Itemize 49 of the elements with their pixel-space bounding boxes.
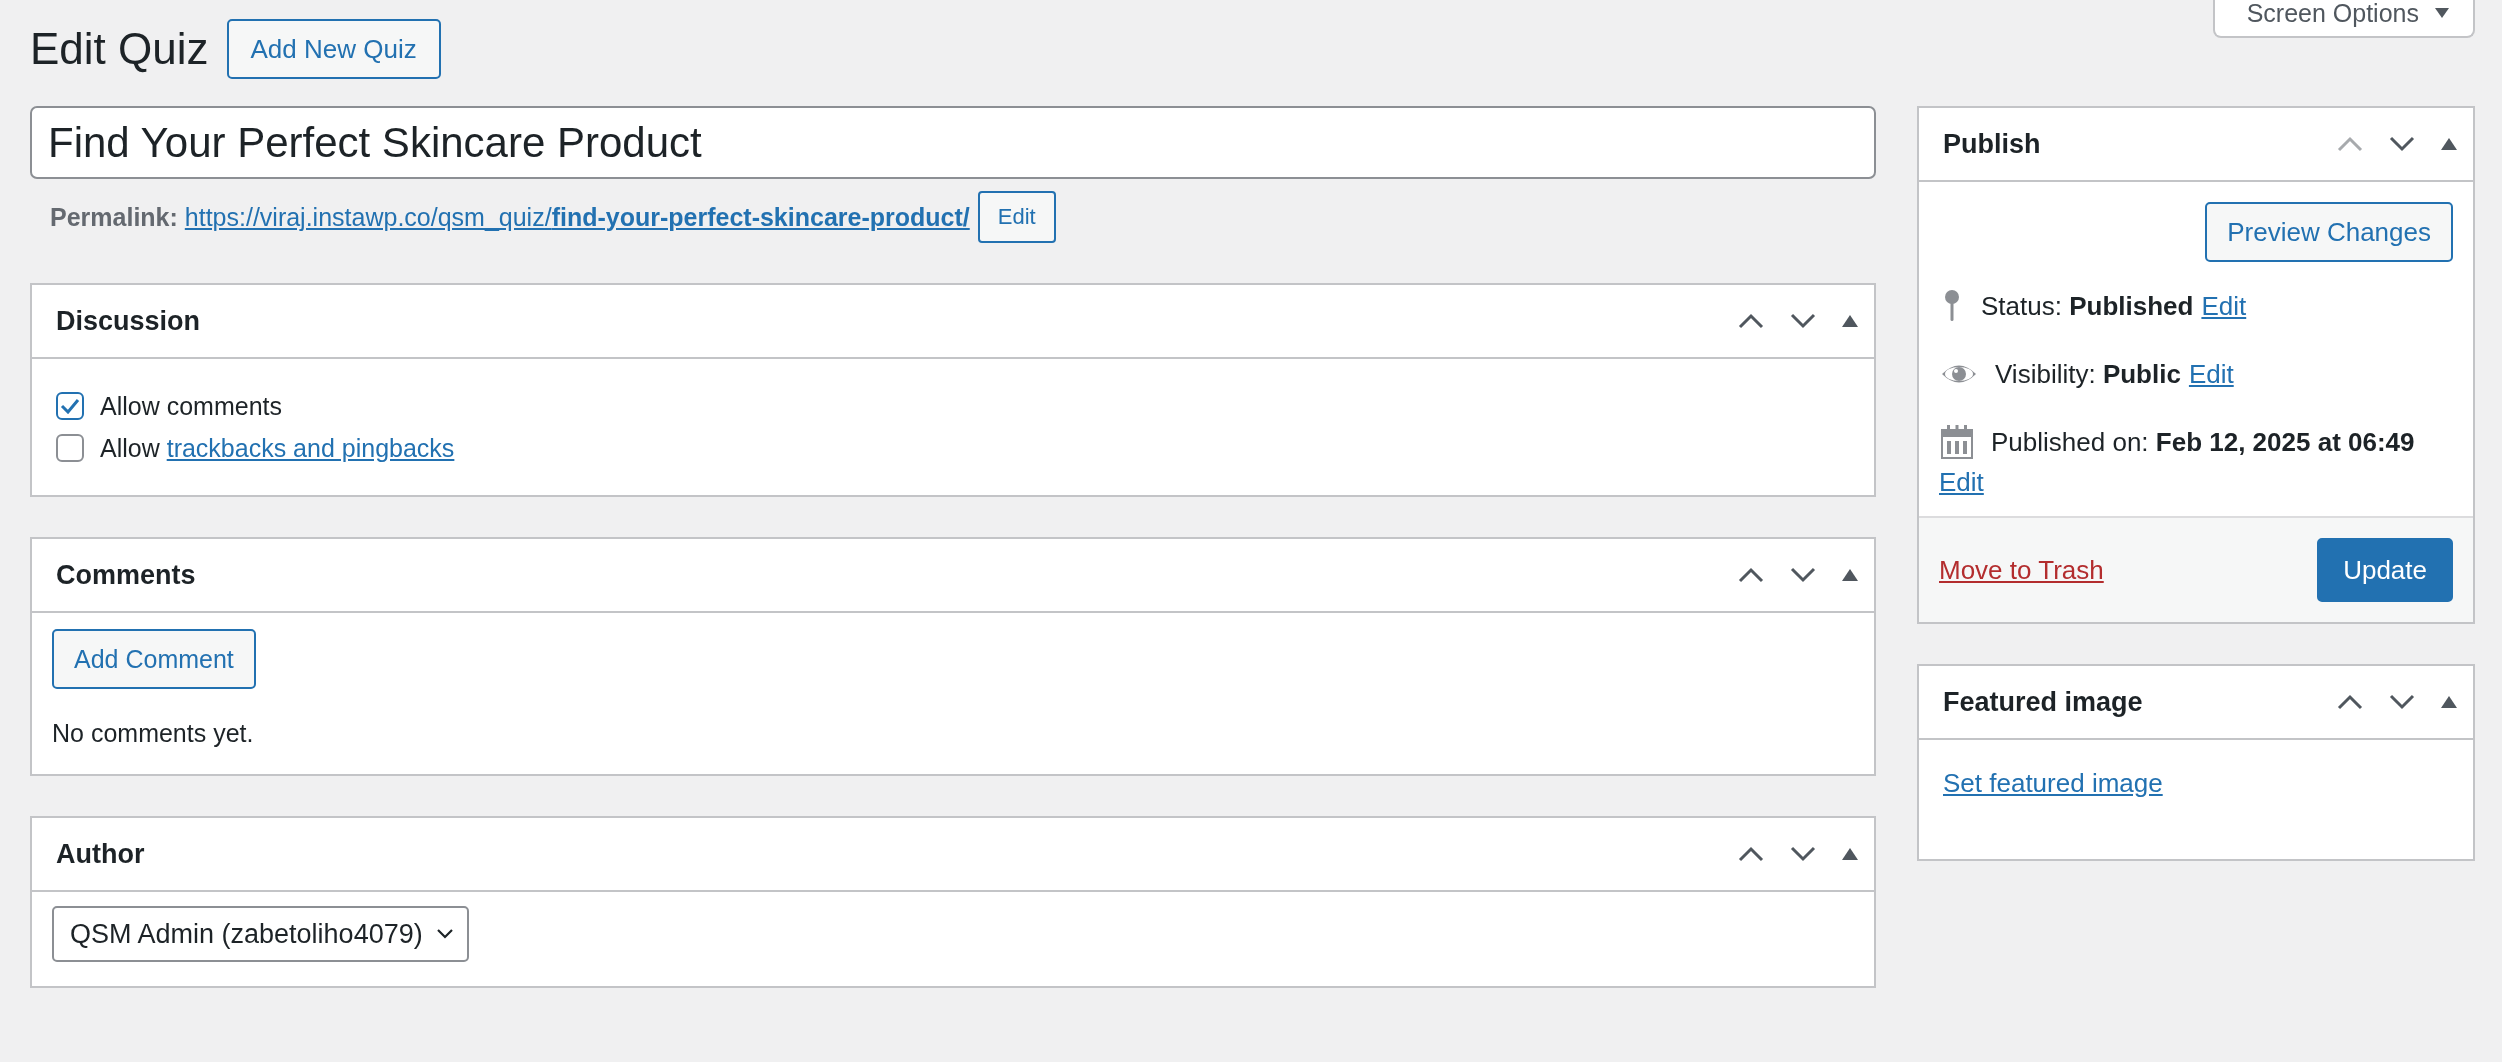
chevron-up-icon[interactable] <box>1738 313 1764 329</box>
screen-options-button[interactable]: Screen Options <box>2212 0 2475 38</box>
edit-link[interactable]: Edit <box>2188 354 2234 394</box>
set-featured-image-link[interactable]: Set featured image <box>1943 768 2163 798</box>
move-to-trash-link[interactable]: Move to Trash <box>1939 554 2104 586</box>
chevron-down-icon[interactable] <box>2389 694 2415 710</box>
title-field[interactable]: Find Your Perfect Skincare Product <box>30 106 1876 179</box>
chevron-up-icon[interactable] <box>1738 846 1764 862</box>
calendar-icon <box>1941 425 1973 459</box>
chevron-down-icon[interactable] <box>1790 567 1816 583</box>
edit-link[interactable]: Edit <box>2201 286 2247 326</box>
checkbox[interactable] <box>56 434 84 462</box>
chevron-up-icon[interactable] <box>2337 694 2363 710</box>
permalink-link[interactable]: https://viraj.instawp.co/qsm_quiz/find-your-perfect-skincare-product/ <box>184 202 970 231</box>
add-new-button[interactable]: Add New Quiz <box>226 19 441 79</box>
panel-title: Comments <box>56 559 197 591</box>
add-comment-button[interactable]: Add Comment <box>52 629 256 689</box>
publish-detail: Status: Published <box>1981 290 2194 323</box>
triangle-up-icon[interactable] <box>1842 569 1858 581</box>
chevron-down-icon[interactable] <box>2389 136 2415 152</box>
publish-detail: Published on: Feb 12, 2025 at 06:49 <box>1991 426 2415 459</box>
permalink-text: Permalink: https://viraj.instawp.co/qsm_quiz/find-your-perfect-skincare-product/ <box>50 202 970 232</box>
author-select[interactable]: QSM Admin (zabetoliho4079) <box>52 906 469 962</box>
triangle-up-icon[interactable] <box>2441 696 2457 708</box>
triangle-up-icon[interactable] <box>1842 315 1858 327</box>
chevron-down-icon <box>436 929 453 939</box>
preview-changes-button[interactable]: Preview Changes <box>2205 202 2453 262</box>
panel-title: Featured image <box>1943 686 2144 718</box>
chevron-down-icon[interactable] <box>1790 846 1816 862</box>
edit-link[interactable]: Edit <box>1939 462 1984 502</box>
eye-icon <box>1941 363 1977 385</box>
option-link[interactable]: trackbacks and pingbacks <box>166 433 455 462</box>
panel-title: Discussion <box>56 305 202 337</box>
edit-button[interactable]: Edit <box>977 191 1056 243</box>
update-button[interactable]: Update <box>2317 538 2453 602</box>
triangle-down-icon <box>2435 8 2449 18</box>
chevron-down-icon[interactable] <box>1790 313 1816 329</box>
triangle-up-icon[interactable] <box>2441 138 2457 150</box>
option-label: Allow trackbacks and pingbacks <box>100 433 455 463</box>
panel-title: Author <box>56 838 146 870</box>
chevron-up-icon[interactable] <box>1738 567 1764 583</box>
panel-title: Publish <box>1943 128 2042 160</box>
checkbox[interactable] <box>56 392 84 420</box>
checkmark-icon <box>60 398 80 414</box>
empty-message: No comments yet. <box>52 719 255 748</box>
option-label: Allow comments <box>100 391 282 421</box>
publish-detail: Visibility: Public <box>1995 358 2181 391</box>
page-title: Edit Quiz <box>30 27 209 71</box>
triangle-up-icon[interactable] <box>1842 848 1858 860</box>
